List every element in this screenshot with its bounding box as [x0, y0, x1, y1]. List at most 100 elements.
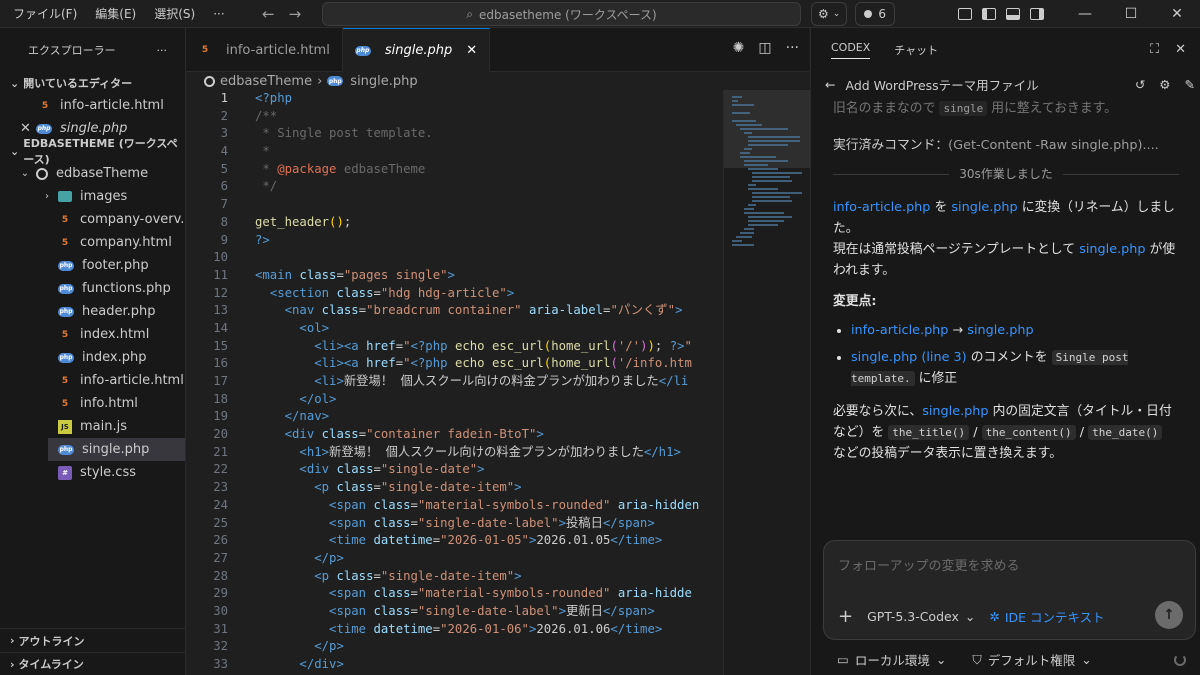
open-editors-section[interactable]: ⌄ 開いているエディター	[0, 72, 185, 94]
customize-layout-icon[interactable]	[958, 8, 972, 20]
tab-single-php[interactable]: php single.php ✕	[342, 28, 491, 72]
line-number: 28	[213, 568, 228, 583]
sidebar-bottom-sections: › アウトライン › タイムライン	[0, 628, 186, 675]
line-number: 18	[213, 391, 228, 406]
input-toolbar: + GPT-5.3-Codex ⌄ ✲ IDE コンテキスト	[838, 606, 1105, 627]
html-file-icon: 5	[61, 329, 69, 340]
list-item: single.php (line 3) のコメントを Single post t…	[851, 347, 1179, 389]
tree-item[interactable]: 5 index.html	[0, 323, 185, 346]
command-center[interactable]: ⌕ edbasetheme (ワークスペース)	[322, 2, 801, 26]
php-file-icon: php	[327, 76, 344, 86]
tree-item[interactable]: 5 company-overv...	[0, 208, 185, 231]
new-chat-icon[interactable]: ✎	[1185, 77, 1195, 92]
file-link[interactable]: single.php	[951, 200, 1017, 215]
code-line: 14 <ol>	[186, 320, 723, 338]
close-window-icon[interactable]: ✕	[1154, 0, 1200, 28]
close-icon[interactable]: ✕	[466, 43, 477, 58]
tree-item[interactable]: php footer.php	[0, 254, 185, 277]
code-line: 11 <main class="pages single">	[186, 267, 723, 285]
toggle-primary-sidebar-icon[interactable]	[982, 8, 996, 20]
code-line: 20 <div class="container fadein-BtoT">	[186, 426, 723, 444]
sparkle-icon: ✲	[989, 609, 1000, 624]
back-arrow-icon[interactable]: ←	[825, 77, 835, 92]
explorer-more-button[interactable]: ···	[157, 44, 168, 57]
tree-item[interactable]: # style.css	[0, 461, 185, 484]
code-editor[interactable]: 1 <?php 2/** 3 * Single post template. 4 …	[186, 90, 723, 675]
permission-selector[interactable]: ⛉ デフォルト権限 ⌄	[972, 650, 1091, 669]
chevron-down-icon: ⌄	[964, 609, 976, 624]
file-link[interactable]: single.php (line 3)	[851, 350, 967, 365]
status-dot-icon	[864, 10, 873, 18]
toggle-secondary-sidebar-icon[interactable]	[1030, 8, 1044, 20]
ide-context-button[interactable]: ✲ IDE コンテキスト	[989, 607, 1104, 626]
back-arrow-icon[interactable]: ←	[262, 0, 275, 28]
tab-chat[interactable]: チャット	[894, 42, 938, 58]
forward-arrow-icon[interactable]: →	[289, 0, 302, 28]
file-link[interactable]: info-article.php	[851, 323, 948, 338]
maximize-panel-icon[interactable]: ⛶	[1150, 42, 1159, 57]
menu-selection[interactable]: 選択(S)	[145, 0, 204, 28]
workspace-section[interactable]: ⌄ EDBASETHEME (ワークスペース)	[0, 137, 185, 166]
line-number: 9	[220, 232, 228, 247]
openai-icon[interactable]: ✺	[733, 40, 745, 56]
split-editor-icon[interactable]: ◫	[758, 40, 771, 56]
executed-command[interactable]: 実行済みコマンド：(Get-Content -Raw single.php)..…	[833, 135, 1179, 156]
environment-selector[interactable]: ▭ ローカル環境 ⌄	[837, 650, 946, 669]
work-duration-label: 30s作業しました	[959, 167, 1053, 181]
menu-edit[interactable]: 編集(E)	[86, 0, 145, 28]
code-line: 30 <span class="single-date-label">更新日</…	[186, 603, 723, 621]
history-icon[interactable]: ↺	[1135, 77, 1145, 92]
menu-more[interactable]: ···	[204, 0, 233, 28]
code-line: 31 <time datetime="2026-01-06">2026.01.0…	[186, 621, 723, 639]
work-duration-divider: 30s作業しました	[833, 164, 1179, 185]
toggle-panel-icon[interactable]	[1006, 8, 1020, 20]
followup-input[interactable]: フォローアップの変更を求める + GPT-5.3-Codex ⌄ ✲ IDE コ…	[823, 540, 1196, 640]
code-line: 5 * @package edbaseTheme	[186, 161, 723, 179]
open-editor-item[interactable]: 5 info-article.html	[0, 94, 185, 117]
tab-info-article[interactable]: 5 info-article.html	[186, 28, 343, 72]
tree-item[interactable]: JS main.js	[0, 415, 185, 438]
model-selector[interactable]: GPT-5.3-Codex ⌄	[867, 609, 975, 624]
tree-item[interactable]: 5 company.html	[0, 231, 185, 254]
code-line: 9 ?>	[186, 232, 723, 250]
more-actions-icon[interactable]: ···	[786, 40, 799, 56]
timeline-section[interactable]: › タイムライン	[0, 652, 186, 675]
breadcrumb-file[interactable]: single.php	[350, 74, 417, 89]
file-link[interactable]: single.php	[922, 404, 988, 419]
gear-icon[interactable]: ⚙	[1159, 77, 1170, 92]
title-bar: ファイル(F) 編集(E) 選択(S) ··· ← → ⌕ edbasethem…	[0, 0, 1200, 28]
close-icon[interactable]: ✕	[20, 121, 36, 136]
minimize-icon[interactable]: —	[1062, 0, 1108, 28]
maximize-icon[interactable]: ☐	[1108, 0, 1154, 28]
titlebar-right-controls: ⚙ ⌄ 6	[811, 2, 895, 26]
line-number: 16	[213, 356, 228, 371]
tree-item-label: index.php	[82, 350, 147, 365]
thread-actions: ↺ ⚙ ✎	[1135, 77, 1195, 92]
file-link[interactable]: info-article.php	[833, 200, 930, 215]
tree-item[interactable]: 5 info-article.html	[0, 369, 185, 392]
menu-file[interactable]: ファイル(F)	[4, 0, 86, 28]
outline-section[interactable]: › アウトライン	[0, 629, 186, 652]
tree-item[interactable]: php index.php	[0, 346, 185, 369]
breadcrumb-folder[interactable]: edbaseTheme	[220, 74, 312, 89]
code-chip: the_content()	[981, 425, 1076, 440]
file-link[interactable]: single.php	[967, 323, 1033, 338]
file-link[interactable]: single.php	[1079, 242, 1145, 257]
php-file-icon: php	[58, 352, 74, 363]
send-button[interactable]: ↑	[1155, 601, 1183, 629]
minimap[interactable]	[723, 90, 810, 675]
line-number: 26	[213, 533, 228, 548]
close-icon[interactable]: ✕	[1175, 42, 1186, 57]
tree-item[interactable]: 5 info.html	[0, 392, 185, 415]
tree-item[interactable]: php header.php	[0, 300, 185, 323]
tab-codex[interactable]: CODEX	[831, 41, 871, 59]
tree-item-selected[interactable]: php single.php	[48, 438, 185, 461]
copilot-button[interactable]: ⚙ ⌄	[811, 2, 848, 26]
tree-item[interactable]: php functions.php	[0, 277, 185, 300]
add-icon[interactable]: +	[838, 606, 853, 627]
codex-panel: CODEX チャット ⛶ ✕ ← Add WordPressテーマ用ファイル ↺…	[810, 28, 1200, 675]
code-line: 10	[186, 249, 723, 267]
code-line: 23 <p class="single-date-item">	[186, 479, 723, 497]
agent-status-badge[interactable]: 6	[855, 2, 895, 26]
tree-item-images[interactable]: › images	[0, 185, 185, 208]
